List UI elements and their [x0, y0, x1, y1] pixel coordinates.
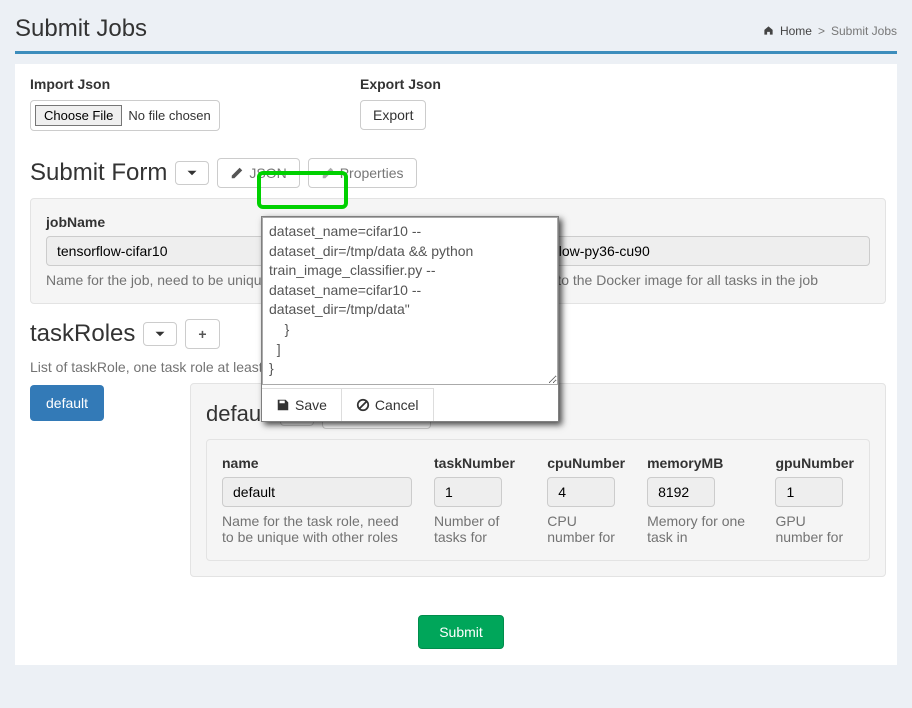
pencil-icon — [321, 166, 335, 180]
tr-cpunumber-label: cpuNumber — [547, 455, 625, 471]
tr-name-label: name — [222, 455, 412, 471]
taskroles-title: taskRoles — [30, 320, 135, 348]
plus-icon: + — [198, 326, 206, 342]
tr-tasknumber-label: taskNumber — [434, 455, 525, 471]
home-icon — [763, 25, 774, 36]
cancel-icon — [356, 398, 370, 412]
submit-button[interactable]: Submit — [418, 615, 504, 649]
tr-tasknumber-help: Number of tasks for — [434, 513, 525, 545]
submit-form-collapse-button[interactable] — [175, 161, 209, 185]
choose-file-button[interactable]: Choose File — [35, 105, 122, 126]
properties-tab-label: Properties — [340, 165, 404, 181]
file-input-wrap[interactable]: Choose File No file chosen — [30, 100, 220, 131]
json-tab-label: JSON — [249, 165, 286, 181]
breadcrumb-current: Submit Jobs — [831, 24, 897, 38]
json-textarea[interactable] — [262, 217, 558, 385]
taskroles-collapse-button[interactable] — [143, 322, 177, 346]
properties-tab-button[interactable]: Properties — [308, 158, 417, 188]
page-title: Submit Jobs — [15, 15, 147, 43]
tr-memorymb-label: memoryMB — [647, 455, 753, 471]
import-json-title: Import Json — [30, 76, 320, 92]
chevron-down-icon — [186, 167, 198, 179]
page-header: Submit Jobs Home > Submit Jobs — [15, 10, 897, 54]
add-taskrole-button[interactable]: + — [185, 319, 219, 349]
tr-memorymb-input[interactable] — [647, 477, 715, 507]
json-cancel-button[interactable]: Cancel — [342, 388, 434, 421]
breadcrumb-separator: > — [818, 24, 825, 38]
save-icon — [276, 398, 290, 412]
tr-tasknumber-input[interactable] — [434, 477, 502, 507]
json-save-label: Save — [295, 397, 327, 413]
tr-gpunumber-help: GPU number for — [775, 513, 854, 545]
tr-name-help: Name for the task role, need to be uniqu… — [222, 513, 402, 545]
export-button[interactable]: Export — [360, 100, 426, 130]
chevron-down-icon — [154, 328, 166, 340]
tr-cpunumber-input[interactable] — [547, 477, 615, 507]
breadcrumb-home[interactable]: Home — [780, 24, 812, 38]
json-save-button[interactable]: Save — [262, 388, 342, 421]
tr-gpunumber-input[interactable] — [775, 477, 843, 507]
tr-gpunumber-label: gpuNumber — [775, 455, 854, 471]
pencil-icon — [230, 166, 244, 180]
tr-name-input[interactable] — [222, 477, 412, 507]
main-panel: Import Json Choose File No file chosen E… — [15, 64, 897, 665]
form-scroll-area[interactable]: Submit Form JSON — [30, 146, 892, 601]
taskrole-tab-default[interactable]: default — [30, 385, 104, 421]
breadcrumb: Home > Submit Jobs — [763, 24, 897, 38]
tr-memorymb-help: Memory for one task in — [647, 513, 753, 545]
file-status-text: No file chosen — [128, 108, 210, 123]
json-cancel-label: Cancel — [375, 397, 419, 413]
json-editor-popup: Save Cancel — [261, 216, 559, 422]
export-json-title: Export Json — [360, 76, 441, 92]
json-tab-button[interactable]: JSON — [217, 158, 299, 188]
submit-form-title: Submit Form — [30, 159, 167, 187]
tr-cpunumber-help: CPU number for — [547, 513, 625, 545]
